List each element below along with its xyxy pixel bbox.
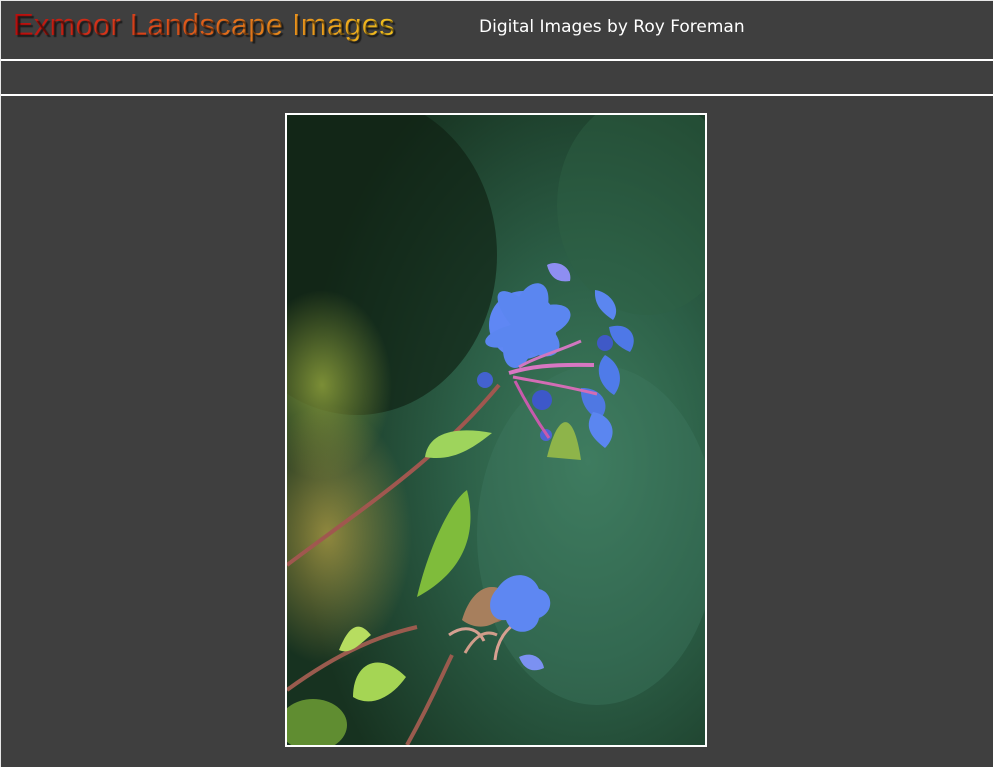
site-header: Exmoor Landscape Images Digital Images b… <box>1 1 993 61</box>
page: Exmoor Landscape Images Digital Images b… <box>0 0 993 767</box>
photo-frame[interactable] <box>285 113 707 747</box>
site-subtitle: Digital Images by Roy Foreman <box>479 17 745 37</box>
navigation-bar <box>1 61 993 96</box>
site-title[interactable]: Exmoor Landscape Images <box>13 7 395 43</box>
flower-photo[interactable] <box>287 115 705 745</box>
